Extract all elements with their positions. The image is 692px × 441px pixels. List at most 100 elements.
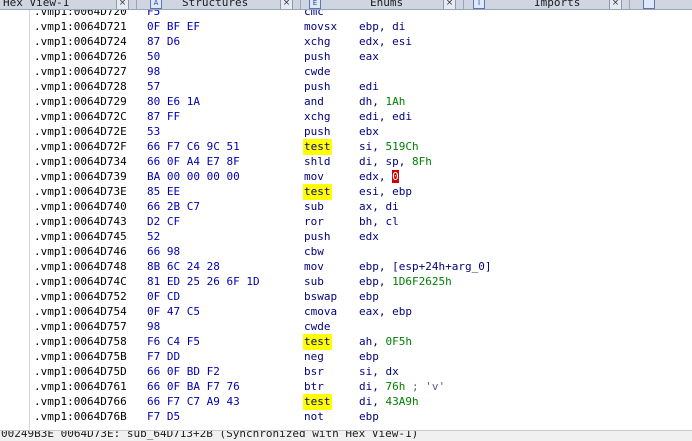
immediate-value[interactable]: 519Ch xyxy=(386,140,419,153)
instruction-operands[interactable]: ah, 0F5h xyxy=(359,334,412,350)
listing-line[interactable]: .vmp1:0064D743 D2 CF ror bh, cl xyxy=(34,214,684,230)
instruction-mnemonic[interactable]: xchg xyxy=(304,109,331,125)
instruction-mnemonic[interactable]: mov xyxy=(304,259,324,275)
text-cursor[interactable]: 0 xyxy=(392,170,399,183)
line-address[interactable]: .vmp1:0064D72E xyxy=(34,124,127,140)
instruction-operands[interactable]: dh, 1Ah xyxy=(359,94,405,110)
instruction-mnemonic[interactable]: push xyxy=(304,124,331,140)
instruction-mnemonic[interactable]: bsr xyxy=(304,364,324,380)
line-address[interactable]: .vmp1:0064D73E xyxy=(34,184,127,200)
tab-hex-view-close-icon[interactable]: × xyxy=(116,0,129,9)
instruction-operands[interactable]: ebp xyxy=(359,349,379,365)
listing-line[interactable]: .vmp1:0064D72F 66 F7 C6 9C 51 test si, 519C… xyxy=(34,139,684,155)
line-address[interactable]: .vmp1:0064D74C xyxy=(34,274,127,290)
listing-line[interactable]: .vmp1:0064D724 87 D6 xchg edx, esi xyxy=(34,34,684,50)
listing-line[interactable]: .vmp1:0064D75B F7 DD neg ebp xyxy=(34,349,684,365)
instruction-mnemonic[interactable]: sub xyxy=(304,199,324,215)
line-address[interactable]: .vmp1:0064D72F xyxy=(34,139,127,155)
listing-line[interactable]: .vmp1:0064D75D 66 0F BD F2 bsr si, dx xyxy=(34,364,684,380)
listing-line[interactable]: .vmp1:0064D761 66 0F BA F7 76 btr di, 76h ;… xyxy=(34,379,684,395)
line-address[interactable]: .vmp1:0064D728 xyxy=(34,79,127,95)
instruction-mnemonic[interactable]: push xyxy=(304,79,331,95)
immediate-value[interactable]: 8Fh xyxy=(412,155,432,168)
instruction-mnemonic[interactable]: xchg xyxy=(304,34,331,50)
tab-structures[interactable]: Structures xyxy=(182,0,248,9)
instruction-operands[interactable]: edx, esi xyxy=(359,34,412,50)
listing-line[interactable]: .vmp1:0064D746 66 98 cbw xyxy=(34,244,684,260)
instruction-mnemonic[interactable]: test xyxy=(303,334,332,350)
listing-line[interactable]: .vmp1:0064D748 8B 6C 24 28 mov ebp, [esp+24… xyxy=(34,259,684,275)
instruction-operands[interactable]: edx, 0 xyxy=(359,169,399,185)
instruction-operands[interactable]: di, 43A9h xyxy=(359,394,419,410)
instruction-operands[interactable]: ebp, 1D6F2625h xyxy=(359,274,452,290)
listing-line[interactable]: .vmp1:0064D745 52 push edx xyxy=(34,229,684,245)
instruction-mnemonic[interactable]: push xyxy=(304,49,331,65)
disassembly-view[interactable]: .vmp1:0064D720 F5 cmc .vmp1:0064D721 0F BF E… xyxy=(0,10,692,430)
instruction-operands[interactable]: edx xyxy=(359,229,379,245)
instruction-mnemonic[interactable]: test xyxy=(303,184,332,200)
instruction-mnemonic[interactable]: ror xyxy=(304,214,324,230)
instruction-operands[interactable]: di, sp, 8Fh xyxy=(359,154,432,170)
line-address[interactable]: .vmp1:0064D727 xyxy=(34,64,127,80)
instruction-mnemonic[interactable]: bswap xyxy=(304,289,337,305)
instruction-mnemonic[interactable]: cbw xyxy=(304,244,324,260)
listing-line[interactable]: .vmp1:0064D728 57 push edi xyxy=(34,79,684,95)
immediate-value[interactable]: 0F5h xyxy=(386,335,413,348)
listing-line[interactable]: .vmp1:0064D739 BA 00 00 00 00 mov edx, 0 xyxy=(34,169,684,185)
immediate-value[interactable]: 1Ah xyxy=(386,95,406,108)
listing-line[interactable]: .vmp1:0064D726 50 push eax xyxy=(34,49,684,65)
immediate-value[interactable]: 43A9h xyxy=(386,395,419,408)
instruction-operands[interactable]: ebp, di xyxy=(359,19,405,35)
line-address[interactable]: .vmp1:0064D721 xyxy=(34,19,127,35)
tab-imports-close-icon[interactable]: × xyxy=(609,0,622,9)
instruction-operands[interactable]: ebp xyxy=(359,289,379,305)
listing-line[interactable]: .vmp1:0064D72C 87 FF xchg edi, edi xyxy=(34,109,684,125)
instruction-mnemonic[interactable]: cwde xyxy=(304,64,331,80)
line-address[interactable]: .vmp1:0064D758 xyxy=(34,334,127,350)
instruction-operands[interactable]: eax xyxy=(359,49,379,65)
instruction-operands[interactable]: eax, ebp xyxy=(359,304,412,320)
instruction-mnemonic[interactable]: shld xyxy=(304,154,331,170)
instruction-operands[interactable]: ax, di xyxy=(359,199,399,215)
line-address[interactable]: .vmp1:0064D743 xyxy=(34,214,127,230)
tab-structures-close-icon[interactable]: × xyxy=(280,0,293,9)
line-address[interactable]: .vmp1:0064D739 xyxy=(34,169,127,185)
immediate-value[interactable]: 76h xyxy=(386,380,406,393)
instruction-mnemonic[interactable]: test xyxy=(303,139,332,155)
instruction-operands[interactable]: edi xyxy=(359,79,379,95)
instruction-mnemonic[interactable]: movsx xyxy=(304,19,337,35)
instruction-mnemonic[interactable]: mov xyxy=(304,169,324,185)
tab-enums[interactable]: Enums xyxy=(370,0,403,9)
instruction-operands[interactable]: si, 519Ch xyxy=(359,139,419,155)
line-address[interactable]: .vmp1:0064D752 xyxy=(34,289,127,305)
instruction-mnemonic[interactable]: push xyxy=(304,229,331,245)
instruction-mnemonic[interactable]: sub xyxy=(304,274,324,290)
listing-line[interactable]: .vmp1:0064D754 0F 47 C5 cmova eax, ebp xyxy=(34,304,684,320)
line-address[interactable]: .vmp1:0064D754 xyxy=(34,304,127,320)
instruction-mnemonic[interactable]: not xyxy=(304,409,324,425)
tab-imports[interactable]: Imports xyxy=(534,0,580,9)
listing-line[interactable]: .vmp1:0064D734 66 0F A4 E7 8F shld di, sp, … xyxy=(34,154,684,170)
listing-line[interactable]: .vmp1:0064D766 66 F7 C7 A9 43 test di, 43A9… xyxy=(34,394,684,410)
instruction-mnemonic[interactable]: test xyxy=(303,394,332,410)
immediate-value[interactable]: 1D6F2625h xyxy=(392,275,452,288)
line-address[interactable]: .vmp1:0064D729 xyxy=(34,94,127,110)
instruction-operands[interactable]: bh, cl xyxy=(359,214,399,230)
line-address[interactable]: .vmp1:0064D766 xyxy=(34,394,127,410)
line-address[interactable]: .vmp1:0064D757 xyxy=(34,319,127,335)
instruction-mnemonic[interactable]: btr xyxy=(304,379,324,395)
listing-line[interactable]: .vmp1:0064D729 80 E6 1A and dh, 1Ah xyxy=(34,94,684,110)
listing-line[interactable]: .vmp1:0064D721 0F BF EF movsx ebp, di xyxy=(34,19,684,35)
listing-line[interactable]: .vmp1:0064D758 F6 C4 F5 test ah, 0F5h xyxy=(34,334,684,350)
instruction-operands[interactable]: esi, ebp xyxy=(359,184,412,200)
instruction-operands[interactable]: si, dx xyxy=(359,364,399,380)
tab-enums-close-icon[interactable]: × xyxy=(443,0,456,9)
listing-line[interactable]: .vmp1:0064D72E 53 push ebx xyxy=(34,124,684,140)
line-address[interactable]: .vmp1:0064D724 xyxy=(34,34,127,50)
listing-line[interactable]: .vmp1:0064D740 66 2B C7 sub ax, di xyxy=(34,199,684,215)
line-address[interactable]: .vmp1:0064D726 xyxy=(34,49,127,65)
line-address[interactable]: .vmp1:0064D745 xyxy=(34,229,127,245)
listing-line[interactable]: .vmp1:0064D73E 85 EE test esi, ebp xyxy=(34,184,684,200)
listing-line[interactable]: .vmp1:0064D752 0F CD bswap ebp xyxy=(34,289,684,305)
line-address[interactable]: .vmp1:0064D746 xyxy=(34,244,127,260)
